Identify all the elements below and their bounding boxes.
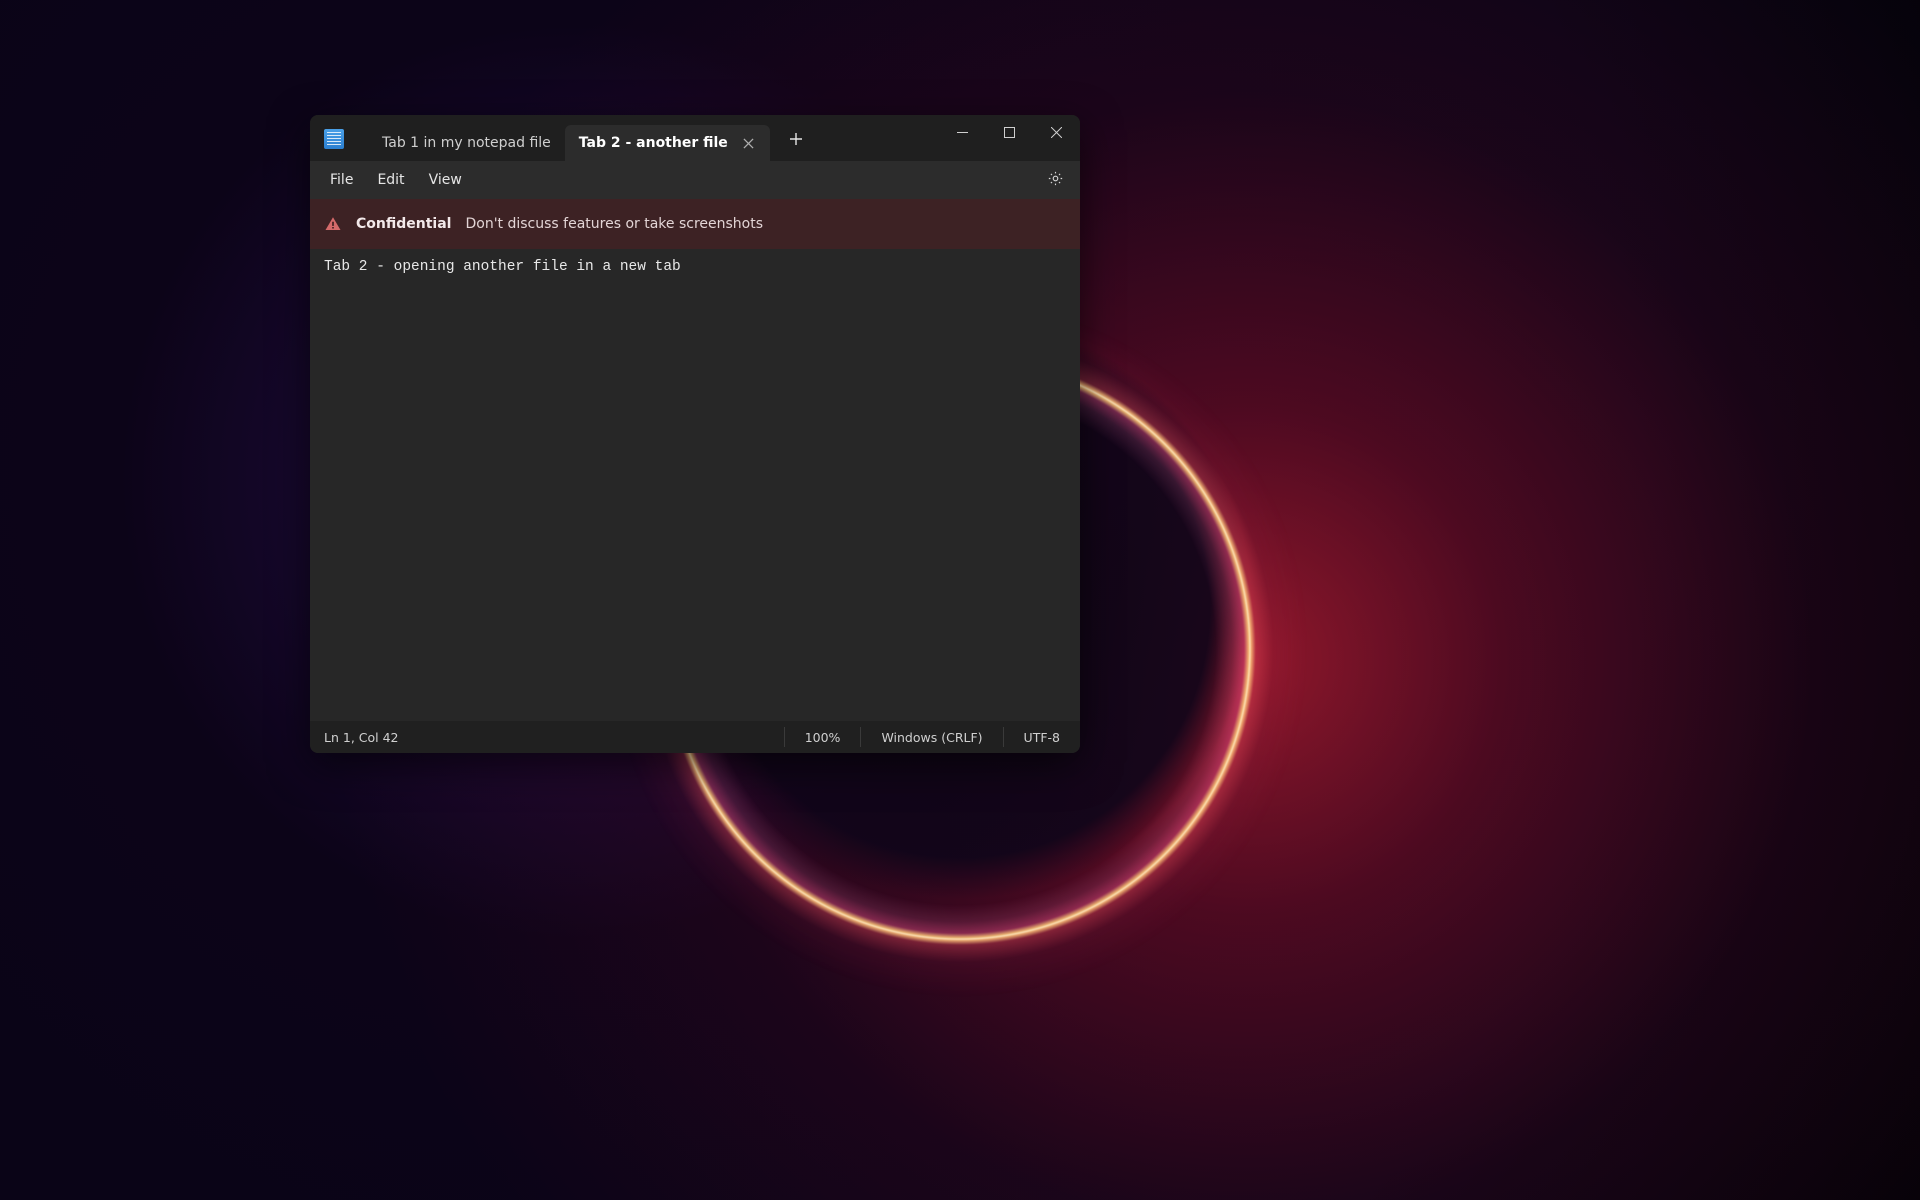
tab-2-label: Tab 2 - another file — [579, 135, 728, 151]
close-tab-icon[interactable] — [742, 136, 756, 150]
menu-view[interactable]: View — [417, 166, 474, 194]
encoding[interactable]: UTF-8 — [1003, 727, 1080, 747]
zoom-level[interactable]: 100% — [784, 727, 861, 747]
menu-file[interactable]: File — [318, 166, 365, 194]
minimize-button[interactable] — [939, 115, 986, 149]
tab-strip: Tab 1 in my notepad file Tab 2 - another… — [354, 115, 770, 161]
menu-edit[interactable]: Edit — [365, 166, 416, 194]
tab-1-label: Tab 1 in my notepad file — [382, 135, 551, 151]
status-bar: Ln 1, Col 42 100% Windows (CRLF) UTF-8 — [310, 721, 1080, 753]
titlebar[interactable]: Tab 1 in my notepad file Tab 2 - another… — [310, 115, 1080, 161]
menu-bar: File Edit View — [310, 161, 1080, 199]
close-window-button[interactable] — [1033, 115, 1080, 149]
line-ending[interactable]: Windows (CRLF) — [860, 727, 1002, 747]
settings-button[interactable] — [1038, 165, 1072, 195]
text-editor[interactable]: Tab 2 - opening another file in a new ta… — [310, 249, 1080, 721]
notepad-app-icon — [324, 129, 344, 149]
gear-icon — [1047, 170, 1064, 191]
maximize-button[interactable] — [986, 115, 1033, 149]
cursor-position[interactable]: Ln 1, Col 42 — [310, 727, 419, 747]
tab-2[interactable]: Tab 2 - another file — [565, 125, 770, 161]
tab-1[interactable]: Tab 1 in my notepad file — [368, 125, 565, 161]
banner-title: Confidential — [356, 216, 451, 232]
confidential-banner: Confidential Don't discuss features or t… — [310, 199, 1080, 249]
banner-message: Don't discuss features or take screensho… — [465, 216, 763, 232]
notepad-window: Tab 1 in my notepad file Tab 2 - another… — [310, 115, 1080, 753]
window-controls — [939, 115, 1080, 161]
warning-icon — [324, 215, 342, 233]
new-tab-button[interactable] — [778, 121, 814, 157]
